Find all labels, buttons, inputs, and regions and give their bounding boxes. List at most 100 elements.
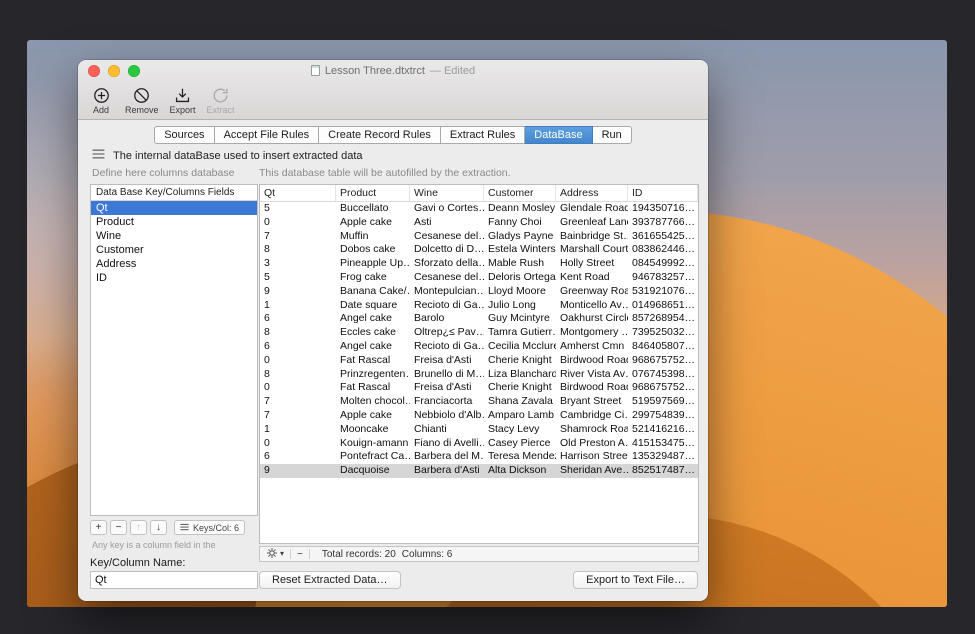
table-row[interactable]: 6Angel cakeRecioto di Ga…Cecilia Mcclure…: [260, 340, 698, 354]
extract-button[interactable]: Extract: [207, 86, 235, 115]
table-cell: Buccellato: [336, 202, 410, 216]
remove-key-button[interactable]: −: [110, 520, 127, 535]
table-row[interactable]: 6Pontefract Ca…Barbera del M…Teresa Mend…: [260, 450, 698, 464]
table-cell: Shamrock Road: [556, 423, 628, 437]
table-cell: 6: [260, 450, 336, 464]
table-cell: 393787766…: [628, 216, 698, 230]
table-row[interactable]: 7Molten chocol…FranciacortaShana ZavalaB…: [260, 395, 698, 409]
table-row[interactable]: 9Banana Cake/…Montepulcian…Lloyd MooreGr…: [260, 285, 698, 299]
list-item-product[interactable]: Product: [91, 215, 257, 229]
table-cell: Amherst Cmn: [556, 340, 628, 354]
key-footnote: Any key is a column field in the: [92, 540, 216, 550]
toolbar: Add Remove Export Extract: [88, 81, 235, 119]
document-icon: [311, 65, 320, 76]
table-cell: Fat Rascal: [336, 381, 410, 395]
table-actions-button[interactable]: ▾: [266, 547, 284, 562]
add-key-button[interactable]: +: [90, 520, 107, 535]
table-row[interactable]: 7MuffinCesanese del…Gladys PayneBainbrid…: [260, 230, 698, 244]
table-cell: 194350716…: [628, 202, 698, 216]
table-cell: Greenleaf Lane: [556, 216, 628, 230]
window-title: Lesson Three.dtxtrct — Edited: [148, 60, 638, 81]
table-cell: 8: [260, 326, 336, 340]
table-row[interactable]: 0Fat RascalFreisa d'AstiCherie KnightBir…: [260, 381, 698, 395]
list-item-wine[interactable]: Wine: [91, 229, 257, 243]
table-row[interactable]: 3Pineapple Up…Sforzato della…Mable RushH…: [260, 257, 698, 271]
table-cell: 361655425…: [628, 230, 698, 244]
table-cell: Mooncake: [336, 423, 410, 437]
key-column-name-input[interactable]: [90, 571, 258, 589]
table-row[interactable]: 0Fat RascalFreisa d'AstiCherie KnightBir…: [260, 354, 698, 368]
column-header-customer[interactable]: Customer: [484, 185, 556, 201]
close-window-button[interactable]: [88, 65, 100, 77]
table-cell: Recioto di Ga…: [410, 299, 484, 313]
tab-extract-rules[interactable]: Extract Rules: [441, 126, 525, 144]
column-header-product[interactable]: Product: [336, 185, 410, 201]
traffic-lights: [88, 65, 140, 77]
table-row[interactable]: 0Kouign-amannFiano di Avelli…Casey Pierc…: [260, 437, 698, 451]
key-columns-list-header[interactable]: Data Base Key/Columns Fields: [91, 185, 257, 201]
remove-button-label: Remove: [125, 105, 159, 115]
table-cell: Cherie Knight: [484, 381, 556, 395]
table-row[interactable]: 5Frog cakeCesanese del…Deloris OrtegaKen…: [260, 271, 698, 285]
table-cell: Cesanese del…: [410, 230, 484, 244]
remove-button[interactable]: Remove: [125, 86, 159, 115]
export-button[interactable]: Export: [170, 86, 196, 115]
footer-separator: [309, 549, 310, 559]
reset-extracted-data-button[interactable]: Reset Extracted Data…: [259, 571, 401, 589]
table-cell: 5: [260, 271, 336, 285]
list-item-id[interactable]: ID: [91, 271, 257, 285]
minimize-window-button[interactable]: [108, 65, 120, 77]
add-button[interactable]: Add: [88, 86, 114, 115]
table-cell: Freisa d'Asti: [410, 354, 484, 368]
table-cell: Estela Winters: [484, 243, 556, 257]
tab-database[interactable]: DataBase: [525, 126, 592, 144]
list-item-qt[interactable]: Qt: [91, 201, 257, 215]
column-header-qt[interactable]: Qt: [260, 185, 336, 201]
remove-record-button[interactable]: −: [297, 549, 303, 560]
table-row[interactable]: 1MooncakeChiantiStacy LevyShamrock Road5…: [260, 423, 698, 437]
table-cell: 852517487…: [628, 464, 698, 478]
table-cell: Gladys Payne: [484, 230, 556, 244]
tab-create-record-rules[interactable]: Create Record Rules: [319, 126, 441, 144]
table-row[interactable]: 9DacquoiseBarbera d'AstiAlta DicksonSher…: [260, 464, 698, 478]
table-cell: Apple cake: [336, 409, 410, 423]
table-cell: Amparo Lamb: [484, 409, 556, 423]
table-row[interactable]: 6Angel cakeBaroloGuy McintyreOakhurst Ci…: [260, 312, 698, 326]
tab-sources[interactable]: Sources: [154, 126, 214, 144]
table-cell: Brunello di M…: [410, 368, 484, 382]
table-cell: Lloyd Moore: [484, 285, 556, 299]
table-row[interactable]: 0Apple cakeAstiFanny ChoiGreenleaf Lane3…: [260, 216, 698, 230]
list-item-address[interactable]: Address: [91, 257, 257, 271]
columns-count-label: Columns: 6: [402, 549, 453, 560]
list-disclosure-icon[interactable]: [92, 149, 105, 162]
zoom-window-button[interactable]: [128, 65, 140, 77]
column-header-address[interactable]: Address: [556, 185, 628, 201]
table-row[interactable]: 8Prinzregenten…Brunello di M…Liza Blanch…: [260, 368, 698, 382]
table-cell: 519597569…: [628, 395, 698, 409]
move-key-up-button[interactable]: ↑: [130, 520, 147, 535]
export-to-text-file-button[interactable]: Export to Text File…: [573, 571, 698, 589]
column-header-wine[interactable]: Wine: [410, 185, 484, 201]
table-row[interactable]: 8Dobos cakeDolcetto di D…Estela WintersM…: [260, 243, 698, 257]
column-header-id[interactable]: ID: [628, 185, 698, 201]
table-row[interactable]: 8Eccles cakeOltrep¿≤ Pav…Tamra Gutierr…M…: [260, 326, 698, 340]
tab-run[interactable]: Run: [593, 126, 632, 144]
add-icon: [92, 86, 111, 105]
window-title-edited: — Edited: [430, 65, 475, 77]
table-cell: 739525032…: [628, 326, 698, 340]
table-row[interactable]: 5BuccellatoGavi o Cortes…Deann MosleyGle…: [260, 202, 698, 216]
table-cell: Cherie Knight: [484, 354, 556, 368]
list-item-customer[interactable]: Customer: [91, 243, 257, 257]
move-key-down-button[interactable]: ↓: [150, 520, 167, 535]
table-cell: 8: [260, 368, 336, 382]
tab-accept-file-rules[interactable]: Accept File Rules: [215, 126, 320, 144]
table-cell: Birdwood Road: [556, 381, 628, 395]
footer-separator: [290, 549, 291, 559]
table-cell: Greenway Road: [556, 285, 628, 299]
table-cell: 0: [260, 354, 336, 368]
table-row[interactable]: 7Apple cakeNebbiolo d'Alb…Amparo LambCam…: [260, 409, 698, 423]
table-row[interactable]: 1Date squareRecioto di Ga…Julio LongMont…: [260, 299, 698, 313]
table-cell: Deloris Ortega: [484, 271, 556, 285]
table-cell: Fanny Choi: [484, 216, 556, 230]
right-pane-caption: This database table will be autofilled b…: [259, 167, 511, 179]
